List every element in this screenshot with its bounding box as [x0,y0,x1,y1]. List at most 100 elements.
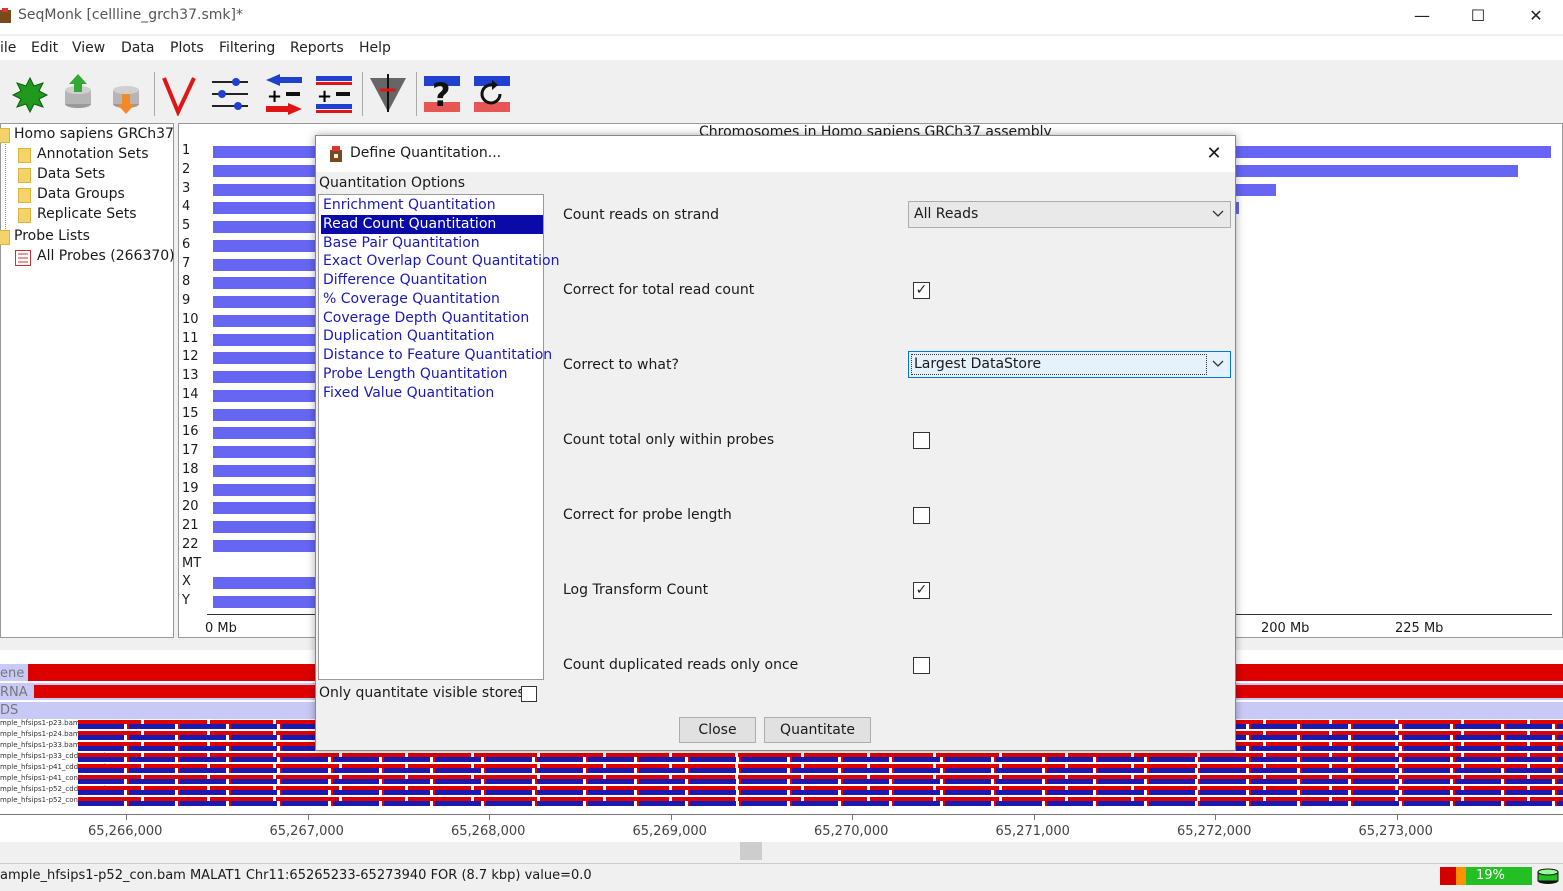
close-window-icon[interactable]: ✕ [1522,4,1550,28]
filter-funnel-icon[interactable] [366,72,410,116]
menu-view[interactable]: View [72,40,105,56]
chromosome-label: 2 [182,161,191,177]
chromosome-label: 9 [182,293,191,308]
quantitation-option[interactable]: Exact Overlap Count Quantitation [321,252,559,271]
axis-label: 225 Mb [1395,621,1444,636]
position-label: 65,272,000 [1177,824,1252,839]
chromosome-bar[interactable] [213,427,323,440]
quantitation-option[interactable]: Fixed Value Quantitation [321,384,543,403]
read-track[interactable] [78,786,1563,795]
data-store-label: mple_hfsips1-p33.bam [0,741,80,749]
data-settings-icon[interactable] [208,72,252,116]
chromosome-bar[interactable] [213,408,323,421]
data-zoom-icon[interactable]: + [262,72,306,116]
chromosome-bar[interactable] [213,352,323,365]
toolbar: + + ? [0,66,1563,122]
open-project-icon[interactable] [58,72,102,116]
quantitation-options-list[interactable]: Enrichment Quantitation Read Count Quanti… [318,194,559,680]
dialog-close-icon[interactable]: ✕ [1200,141,1228,167]
chromosome-bar[interactable] [213,464,323,477]
menu-filtering[interactable]: Filtering [219,40,275,56]
chromosome-label: 1 [182,143,191,158]
new-project-icon[interactable] [8,72,52,116]
close-button[interactable]: Close [679,717,756,743]
data-tree: Homo sapiens GRCh37 Annotation Sets Data… [0,123,175,638]
menu-file[interactable]: ile [0,40,16,56]
menu-reports[interactable]: Reports [290,40,344,56]
chromosome-bar[interactable] [213,221,323,233]
quantitation-options-label: Quantitation Options [319,175,466,191]
chromosome-bar[interactable] [213,483,323,496]
log-transform-checkbox[interactable]: ✓ [913,582,930,599]
correct-total-checkbox[interactable]: ✓ [913,282,930,299]
chromosome-bar[interactable] [213,521,323,533]
correct-to-select-value: Largest DataStore [914,356,1042,372]
scrollbar-thumb[interactable] [740,842,762,860]
probe-length-checkbox[interactable] [913,507,930,524]
chromosome-bar[interactable] [213,446,323,458]
chromosome-bar[interactable] [213,239,323,252]
horizontal-scrollbar[interactable] [0,842,1563,860]
save-project-icon[interactable] [104,72,148,116]
folder-icon [0,230,10,245]
quantitation-option[interactable]: Read Count Quantitation [321,214,543,234]
chromosome-bar[interactable] [213,371,323,383]
read-track[interactable] [78,764,1563,773]
correct-total-label: Correct for total read count [563,282,755,298]
chromosome-label: 3 [182,180,191,196]
read-track[interactable] [78,797,1563,806]
quantitation-option[interactable]: Base Pair Quantitation [321,234,543,253]
chromosome-bar[interactable] [213,314,323,327]
chromosome-label: 18 [182,461,199,477]
chromosome-bar[interactable] [213,389,323,402]
menu-plots[interactable]: Plots [170,40,204,56]
folder-icon [18,168,31,183]
chromosome-bar[interactable] [213,277,323,290]
filter-v-icon[interactable] [158,72,202,116]
folder-icon [18,148,31,163]
svg-text:?: ? [432,76,451,114]
forward-reads [78,764,1563,768]
track-label-rna: RNA [0,685,28,700]
strand-select[interactable]: All Reads [908,201,1231,228]
within-probes-checkbox[interactable] [913,432,930,449]
chromosome-bar[interactable] [213,596,323,608]
chromosome-bar[interactable] [213,258,323,271]
quantitation-option[interactable]: Enrichment Quantitation [321,196,543,215]
chromosome-bar[interactable] [213,539,323,552]
duplicates-checkbox[interactable] [913,657,930,674]
position-label: 65,268,000 [451,824,526,839]
menu-edit[interactable]: Edit [31,40,58,56]
menu-data[interactable]: Data [121,40,154,56]
garbage-collect-icon[interactable] [1536,867,1560,885]
maximize-icon[interactable]: ☐ [1464,4,1492,28]
menu-help[interactable]: Help [359,40,391,56]
quantitation-option[interactable]: % Coverage Quantitation [321,290,543,309]
refresh-icon[interactable] [470,72,514,116]
chromosome-label: 17 [182,443,199,458]
correct-to-select[interactable]: Largest DataStore [908,351,1231,378]
minimize-icon[interactable]: — [1408,4,1436,28]
quantitation-option[interactable]: Difference Quantitation [321,271,543,290]
seqmonk-app-icon [0,8,11,23]
chromosome-bar[interactable] [213,577,323,590]
chromosome-label: 7 [182,255,191,271]
quantitation-option[interactable]: Coverage Depth Quantitation [321,309,543,328]
quantitate-button[interactable]: Quantitate [764,717,871,743]
chromosome-label: 5 [182,218,191,233]
annotation-zoom-icon[interactable]: + [312,72,356,116]
tree-replicate-sets-label: Replicate Sets [37,206,137,222]
tree-data-sets-label: Data Sets [37,166,106,182]
read-track[interactable] [78,775,1563,784]
chromosome-bar[interactable] [213,296,323,308]
visible-stores-checkbox[interactable] [521,686,537,702]
help-icon[interactable]: ? [420,72,464,116]
read-track[interactable] [78,753,1563,762]
track-label-cds: DS [0,703,19,718]
chromosome-bar[interactable] [213,333,323,346]
chromosome-bar[interactable] [213,502,323,515]
quantitation-option[interactable]: Distance to Feature Quantitation [321,346,552,365]
quantitation-option[interactable]: Probe Length Quantitation [321,365,543,384]
quantitation-option[interactable]: Duplication Quantitation [321,327,543,346]
status-text: ample_hfsips1-p52_con.bam MALAT1 Chr11:6… [0,868,592,883]
